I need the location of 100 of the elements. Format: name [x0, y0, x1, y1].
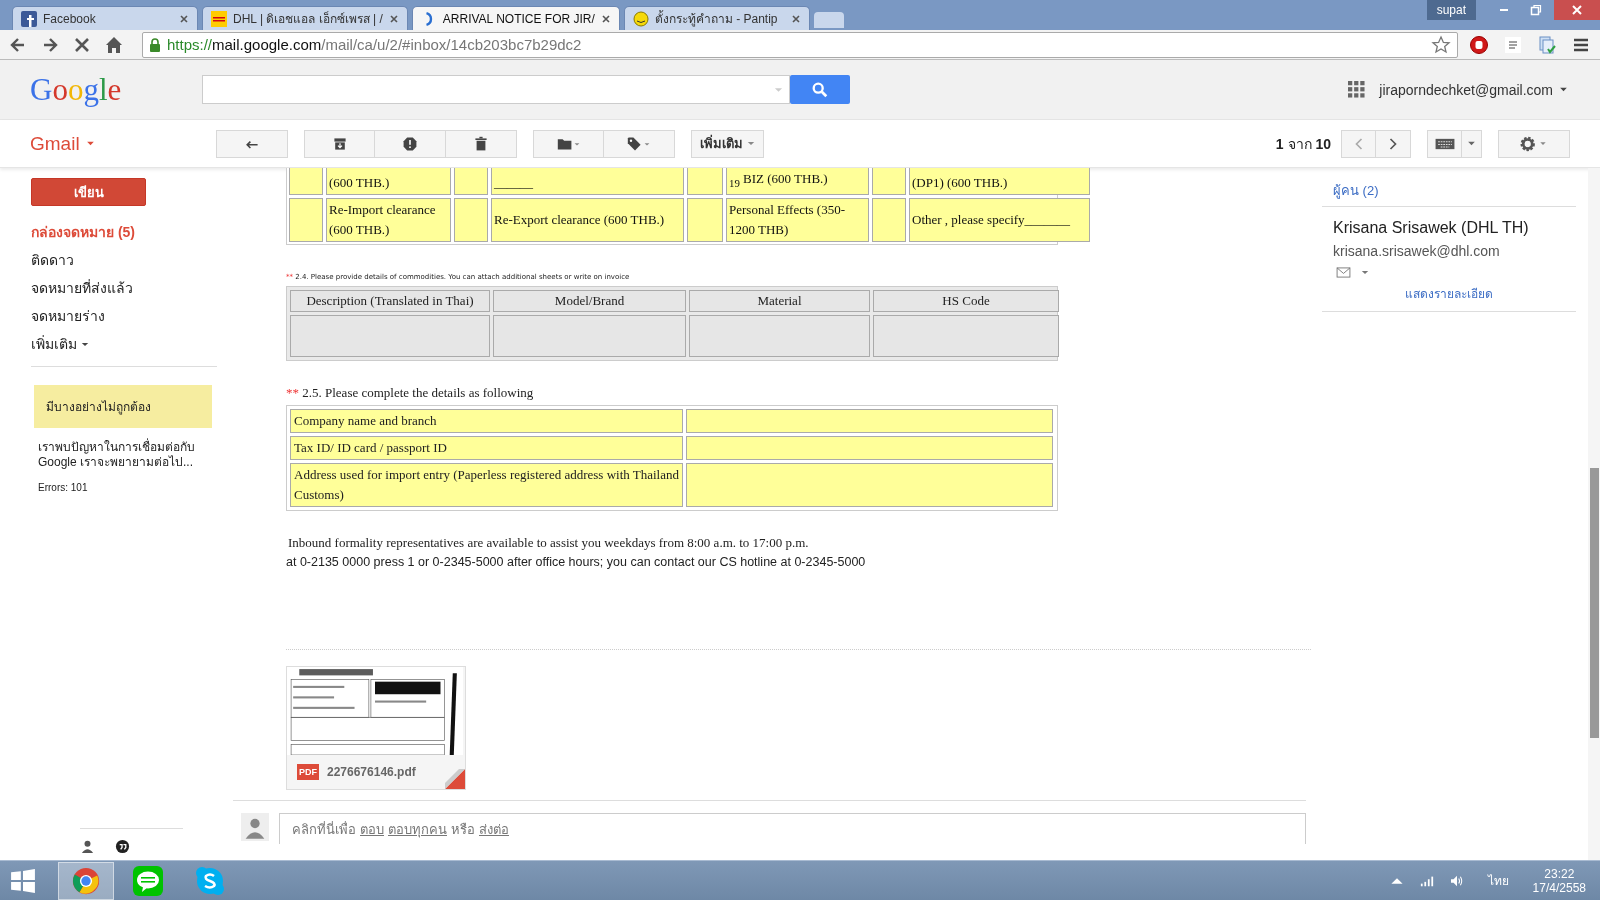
- mailbox-link[interactable]: ติดดาว: [0, 246, 233, 274]
- input-field[interactable]: [686, 436, 1053, 460]
- contact-text: at 0-2135 0000 press 1 or 0-2345-5000 after office hours; you can contact our CS hotline at 0-2345-5000: [286, 555, 867, 569]
- delete-button[interactable]: [446, 129, 517, 158]
- labels-button[interactable]: [604, 129, 675, 158]
- close-button[interactable]: [1554, 0, 1600, 20]
- table-cell: Personal Effects (350-1200 THB): [726, 198, 869, 242]
- close-icon[interactable]: [388, 13, 399, 24]
- keyboard-button[interactable]: [1427, 129, 1462, 158]
- browser-tab[interactable]: Facebook: [12, 6, 198, 30]
- page-corner-icon: [445, 769, 465, 789]
- search-field[interactable]: [202, 75, 790, 104]
- contact-name: Krisana Srisawek (DHL TH): [1332, 219, 1530, 237]
- show-details-link[interactable]: แสดงรายละเอียด: [1322, 284, 1576, 303]
- browser-logo-icon: [71, 865, 101, 896]
- browser-tab[interactable]: ARRIVAL NOTICE FOR JIR/: [411, 6, 620, 30]
- field-label: Address used for import entry (Paperless registered address with Thailand Customs): [290, 463, 683, 507]
- attachment-card[interactable]: PDF 2276676146.pdf: [286, 666, 466, 790]
- checkbox-cell[interactable]: [872, 198, 906, 242]
- input-options-button[interactable]: [1462, 129, 1482, 158]
- forward-link[interactable]: ส่งต่อ: [479, 818, 509, 840]
- file-type-badge: PDF: [297, 764, 319, 780]
- column-header: HS Code: [873, 290, 1059, 312]
- checkbox-cell[interactable]: [289, 168, 323, 195]
- archive-icon: [331, 135, 348, 152]
- caret-icon[interactable]: [1361, 270, 1369, 275]
- documents-icon[interactable]: [1537, 34, 1557, 55]
- more-button[interactable]: เพิ่มเติม: [691, 129, 764, 158]
- mailbox-link[interactable]: จดหมายที่ส่งแล้ว: [0, 274, 233, 302]
- mail-icon[interactable]: [1336, 267, 1351, 278]
- lock-icon: [149, 37, 161, 52]
- input-language[interactable]: ไทย: [1487, 871, 1509, 890]
- more-labels-link[interactable]: เพิ่มเติม: [0, 330, 233, 358]
- browser-tab[interactable]: DHL | ดิเอชแอล เอ็กซ์เพรส | /: [202, 6, 408, 30]
- checkbox-cell[interactable]: [687, 168, 723, 195]
- volume-icon[interactable]: [1449, 874, 1464, 887]
- checkbox-cell[interactable]: [289, 198, 323, 242]
- contacts-icon[interactable]: [80, 839, 95, 854]
- signal-icon[interactable]: [1419, 874, 1434, 887]
- stop-sign-icon[interactable]: [1469, 34, 1489, 55]
- apps-grid-icon[interactable]: [1348, 81, 1366, 98]
- or-text: หรือ: [451, 820, 475, 839]
- report-spam-button[interactable]: [375, 129, 446, 158]
- clock-time[interactable]: 23:22: [1544, 866, 1575, 881]
- address-field[interactable]: https://mail.google.com/mail/ca/u/2/#inbox/14cb203bc7b29dc2: [142, 31, 1458, 58]
- checkbox-cell[interactable]: [454, 198, 488, 242]
- gmail-menu[interactable]: Gmail: [30, 132, 80, 155]
- caret-icon: [1467, 141, 1476, 146]
- compose-button[interactable]: เขียน: [31, 178, 146, 206]
- input-field[interactable]: [686, 463, 1053, 507]
- keyboard-icon: [1434, 137, 1455, 150]
- column-header: Description (Translated in Thai): [290, 290, 490, 312]
- error-count: Errors: 101: [38, 482, 89, 493]
- page-counter: 1 จาก 10: [1275, 134, 1331, 154]
- section-heading: ** 2.5. Please complete the details as following: [286, 385, 535, 401]
- chat-bubble-icon[interactable]: [115, 839, 130, 854]
- mailbox-link[interactable]: จดหมายร่าง: [0, 302, 233, 330]
- close-icon[interactable]: [179, 13, 189, 24]
- table-cell: Re-Export clearance (600 THB.): [491, 198, 684, 242]
- scrollbar-thumb[interactable]: [1590, 468, 1599, 738]
- archive-button[interactable]: [304, 129, 375, 158]
- trash-icon: [473, 135, 489, 152]
- star-icon[interactable]: [1431, 34, 1451, 55]
- reply-link[interactable]: ตอบ: [360, 818, 384, 840]
- people-heading[interactable]: ผู้คน (2): [1322, 180, 1576, 206]
- column-header: Material: [689, 290, 870, 312]
- minimize-icon: [1500, 9, 1508, 11]
- chevron-right-icon: [1388, 136, 1398, 151]
- error-message: เราพบปัญหาในการเชื่อมต่อกับ Google เราจะพยายามต่อไป...: [38, 440, 196, 470]
- calling-app-icon: [194, 864, 226, 897]
- close-icon[interactable]: [790, 13, 801, 24]
- field-label: Tax ID/ ID card / passport ID: [290, 436, 683, 460]
- browser-tab[interactable]: ตั้งกระทู้คำถาม - Pantip: [623, 6, 810, 30]
- caret-icon[interactable]: [1559, 87, 1568, 92]
- profile-name[interactable]: supat: [1426, 0, 1476, 20]
- taskbar-app[interactable]: [58, 861, 114, 900]
- search-icon: [811, 80, 829, 99]
- input-field[interactable]: [686, 409, 1053, 433]
- checkbox-cell[interactable]: [872, 168, 906, 195]
- move-to-button[interactable]: [533, 129, 604, 158]
- search-button[interactable]: [790, 75, 850, 104]
- caret-icon[interactable]: [85, 141, 95, 146]
- home-icon[interactable]: [104, 34, 124, 55]
- new-tab-button[interactable]: [813, 12, 844, 28]
- table-cell: (DP1) (600 THB.): [909, 168, 1090, 195]
- attachment-filename[interactable]: 2276676146.pdf: [327, 765, 416, 779]
- contact-email: krisana.srisawek@dhl.com: [1332, 243, 1501, 259]
- account-menu[interactable]: jiraporndechket@gmail.com: [1379, 81, 1553, 98]
- google-logo[interactable]: Google: [30, 71, 202, 108]
- close-icon: [1571, 4, 1583, 16]
- reply-all-link[interactable]: ตอบทุกคน: [388, 818, 447, 840]
- checkbox-cell[interactable]: [687, 198, 723, 242]
- windows-start-icon[interactable]: [10, 867, 36, 894]
- clock-date[interactable]: 17/4/2558: [1532, 880, 1586, 895]
- checkbox-cell[interactable]: [454, 168, 488, 195]
- reply-field[interactable]: คลิกที่นี่เพื่อ ตอบ ตอบทุกคน หรือ ส่งต่อ: [279, 813, 1306, 844]
- close-icon[interactable]: [600, 13, 611, 24]
- mailbox-link[interactable]: กล่องจดหมาย (5): [0, 218, 233, 246]
- settings-button[interactable]: [1498, 129, 1570, 158]
- extension-icon[interactable]: [1503, 34, 1523, 55]
